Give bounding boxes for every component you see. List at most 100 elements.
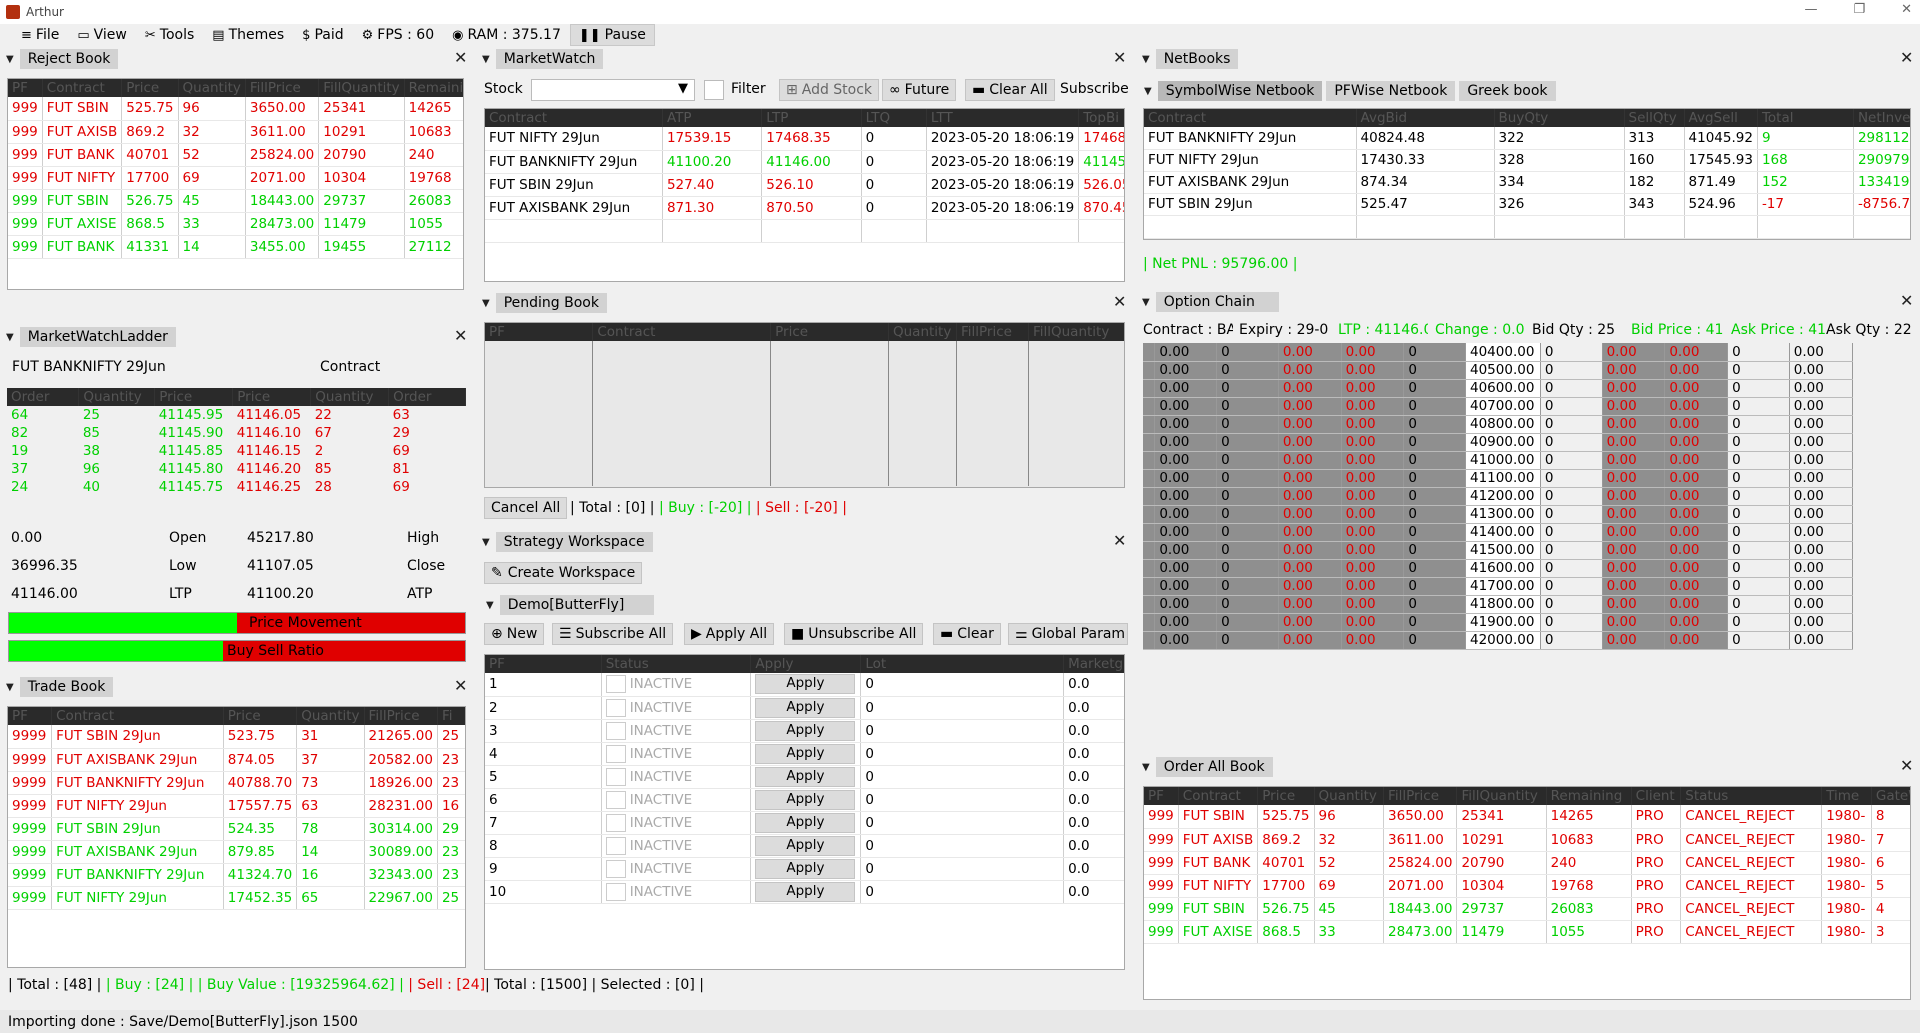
status-toggle[interactable] bbox=[605, 882, 626, 901]
maximize-icon[interactable]: ❐ bbox=[1853, 2, 1865, 17]
column-header[interactable]: Price bbox=[223, 707, 298, 725]
table-row[interactable]: 999 FUT AXISB 869.2 32 3611.00 10291 10683 PRO C… bbox=[1144, 828, 1910, 852]
status-toggle[interactable] bbox=[605, 767, 626, 786]
apply-all-button[interactable]: ▶ Apply All bbox=[684, 623, 775, 645]
close-reject-book-icon[interactable]: ✕ bbox=[454, 50, 467, 66]
clear-button[interactable]: ▬ Clear bbox=[933, 623, 1001, 645]
strategy-table[interactable]: PFStatusApplyLotMarketgap1INACTIVEApply0… bbox=[484, 654, 1125, 970]
lot-cell[interactable]: 0 bbox=[860, 788, 1065, 812]
marketgap-cell[interactable]: 0.0 bbox=[1063, 673, 1124, 697]
table-row[interactable]: 999 FUT BANK 40701 52 25824.00 20790 240 bbox=[8, 143, 463, 167]
column-header[interactable]: Contract bbox=[42, 79, 123, 97]
table-row[interactable]: 10 INACTIVE Apply 0 0.0 bbox=[485, 880, 1124, 904]
apply-button[interactable]: Apply bbox=[755, 720, 856, 741]
column-header[interactable]: PF bbox=[485, 323, 594, 341]
column-header[interactable]: FillPrice bbox=[1383, 787, 1458, 805]
column-header[interactable]: Contract bbox=[1178, 787, 1259, 805]
apply-button[interactable]: Apply bbox=[755, 743, 856, 764]
column-header[interactable]: BuyQty bbox=[1494, 109, 1625, 127]
option-chain-row[interactable]: 0.00 0 0.00 0.00 0 40800.00 0 0.00 0.00 0 0.00 bbox=[1143, 415, 1913, 434]
status-toggle[interactable] bbox=[605, 675, 626, 694]
column-header[interactable]: Contract bbox=[485, 109, 663, 127]
option-chain-row[interactable]: 0.00 0 0.00 0.00 0 41200.00 0 0.00 0.00 0 0.00 bbox=[1143, 487, 1913, 506]
trade-book-header[interactable]: ▼ Trade Book bbox=[0, 676, 470, 698]
collapse-icon[interactable]: ▼ bbox=[1142, 54, 1150, 65]
status-toggle[interactable] bbox=[605, 698, 626, 717]
strategy-tab[interactable]: Demo[ButterFly] bbox=[499, 595, 655, 615]
apply-button[interactable]: Apply bbox=[755, 881, 856, 902]
collapse-icon[interactable]: ▼ bbox=[482, 537, 490, 548]
marketgap-cell[interactable]: 0.0 bbox=[1063, 742, 1124, 766]
table-row[interactable]: 4 INACTIVE Apply 0 0.0 bbox=[485, 742, 1124, 766]
close-option-chain-icon[interactable]: ✕ bbox=[1900, 293, 1913, 309]
table-row[interactable]: 999 FUT AXISE 868.5 33 28473.00 11479 1055 bbox=[8, 212, 463, 236]
lot-cell[interactable]: 0 bbox=[860, 834, 1065, 858]
option-chain-row[interactable]: 0.00 0 0.00 0.00 0 41400.00 0 0.00 0.00 0 0.00 bbox=[1143, 523, 1913, 542]
marketwatch-header[interactable]: ▼ MarketWatch bbox=[476, 48, 1130, 70]
close-marketwatch-icon[interactable]: ✕ bbox=[1113, 50, 1126, 66]
collapse-icon[interactable]: ▼ bbox=[482, 298, 490, 309]
table-row[interactable]: 9999 FUT SBIN 29Jun 524.35 78 30314.00 29 bbox=[8, 817, 465, 841]
option-chain-row[interactable]: 0.00 0 0.00 0.00 0 41900.00 0 0.00 0.00 0 0.00 bbox=[1143, 613, 1913, 632]
option-chain-row[interactable]: 0.00 0 0.00 0.00 0 41100.00 0 0.00 0.00 0 0.00 bbox=[1143, 469, 1913, 488]
apply-button[interactable]: Apply bbox=[755, 697, 856, 718]
menu-tools[interactable]: ✂ Tools bbox=[136, 24, 203, 46]
close-trade-book-icon[interactable]: ✕ bbox=[454, 678, 467, 694]
marketgap-cell[interactable]: 0.0 bbox=[1063, 765, 1124, 789]
column-header[interactable]: Quantity bbox=[1314, 787, 1385, 805]
column-header[interactable]: TopBi bbox=[1078, 109, 1124, 127]
table-row[interactable]: 8 INACTIVE Apply 0 0.0 bbox=[485, 834, 1124, 858]
pause-button[interactable]: ❚❚ Pause bbox=[569, 24, 655, 46]
option-chain-row[interactable]: 0.00 0 0.00 0.00 0 40700.00 0 0.00 0.00 0 0.00 bbox=[1143, 397, 1913, 416]
collapse-icon[interactable]: ▼ bbox=[482, 54, 490, 65]
marketgap-cell[interactable]: 0.0 bbox=[1063, 834, 1124, 858]
add-stock-button[interactable]: ⊞ Add Stock bbox=[779, 79, 880, 101]
table-row[interactable]: 9999 FUT BANKNIFTY 29Jun 41324.70 16 32343.0… bbox=[8, 863, 465, 887]
option-chain-row[interactable]: 0.00 0 0.00 0.00 0 41500.00 0 0.00 0.00 0 0.00 bbox=[1143, 541, 1913, 560]
unsubscribe-all-button[interactable]: ■ Unsubscribe All bbox=[784, 623, 924, 645]
table-row[interactable]: 2 INACTIVE Apply 0 0.0 bbox=[485, 696, 1124, 720]
table-row[interactable]: 5 INACTIVE Apply 0 0.0 bbox=[485, 765, 1124, 789]
option-chain-row[interactable]: 0.00 0 0.00 0.00 0 40500.00 0 0.00 0.00 0 0.00 bbox=[1143, 361, 1913, 380]
apply-button[interactable]: Apply bbox=[755, 674, 856, 695]
strategy-header[interactable]: ▼ Strategy Workspace bbox=[476, 531, 1130, 553]
column-header[interactable]: Price bbox=[770, 323, 889, 341]
netbooks-header[interactable]: ▼ NetBooks bbox=[1136, 48, 1920, 70]
menu-themes[interactable]: ▤ Themes bbox=[203, 24, 293, 46]
reject-book-header[interactable]: ▼ Reject Book bbox=[0, 48, 470, 70]
create-workspace-button[interactable]: ✎ Create Workspace bbox=[484, 562, 643, 584]
table-row[interactable]: 999 FUT BANK 40701 52 25824.00 20790 240 PRO CAN… bbox=[1144, 851, 1910, 875]
apply-button[interactable]: Apply bbox=[755, 812, 856, 833]
lot-cell[interactable]: 0 bbox=[860, 742, 1065, 766]
column-header[interactable]: GateWa bbox=[1871, 787, 1910, 805]
table-row[interactable]: FUT NIFTY 29Jun 17430.33 328 160 17545.93 168… bbox=[1144, 149, 1910, 172]
collapse-icon[interactable]: ▼ bbox=[1142, 297, 1150, 308]
table-row[interactable]: 9999 FUT SBIN 29Jun 523.75 31 21265.00 25 bbox=[8, 725, 465, 749]
apply-button[interactable]: Apply bbox=[755, 835, 856, 856]
column-header[interactable]: Lot bbox=[860, 655, 1065, 673]
collapse-icon[interactable]: ▼ bbox=[6, 682, 14, 693]
status-toggle[interactable] bbox=[605, 721, 626, 740]
table-row[interactable]: 999 FUT SBIN 525.75 96 3650.00 25341 14265 bbox=[8, 97, 463, 121]
table-row[interactable]: FUT SBIN 29Jun 527.40 526.10 0 2023-05-20 18… bbox=[485, 173, 1124, 197]
table-row[interactable]: 9999 FUT BANKNIFTY 29Jun 40788.70 73 18926.0… bbox=[8, 771, 465, 795]
strategy-tab-header[interactable]: ▼ Demo[ButterFly] bbox=[480, 594, 680, 616]
table-row[interactable]: FUT BANKNIFTY 29Jun 41100.20 41146.00 0 2023… bbox=[485, 150, 1124, 174]
table-row[interactable]: FUT NIFTY 29Jun 17539.15 17468.35 0 2023-05-… bbox=[485, 127, 1124, 151]
table-row[interactable]: 37 96 41145.80 41146.20 85 81 bbox=[7, 460, 466, 478]
menu-paid[interactable]: $ Paid bbox=[293, 24, 352, 46]
ladder-header[interactable]: ▼ MarketWatchLadder bbox=[0, 326, 470, 348]
column-header[interactable]: Price bbox=[1257, 787, 1315, 805]
table-row[interactable]: 6 INACTIVE Apply 0 0.0 bbox=[485, 788, 1124, 812]
marketgap-cell[interactable]: 0.0 bbox=[1063, 788, 1124, 812]
column-header[interactable]: PF bbox=[1144, 787, 1179, 805]
column-header[interactable]: PF bbox=[8, 79, 43, 97]
column-header[interactable]: FillQuantity bbox=[1028, 323, 1124, 341]
table-row[interactable]: 9999 FUT NIFTY 29Jun 17557.75 63 28231.00 16 bbox=[8, 794, 465, 818]
column-header[interactable]: Contract bbox=[592, 323, 772, 341]
new-strategy-button[interactable]: ⊕ New bbox=[484, 623, 545, 645]
close-order-all-icon[interactable]: ✕ bbox=[1900, 758, 1913, 774]
option-chain-header[interactable]: ▼ Option Chain bbox=[1136, 291, 1920, 313]
column-header[interactable]: AvgBid bbox=[1356, 109, 1495, 127]
column-header[interactable]: Contract bbox=[1144, 109, 1357, 127]
